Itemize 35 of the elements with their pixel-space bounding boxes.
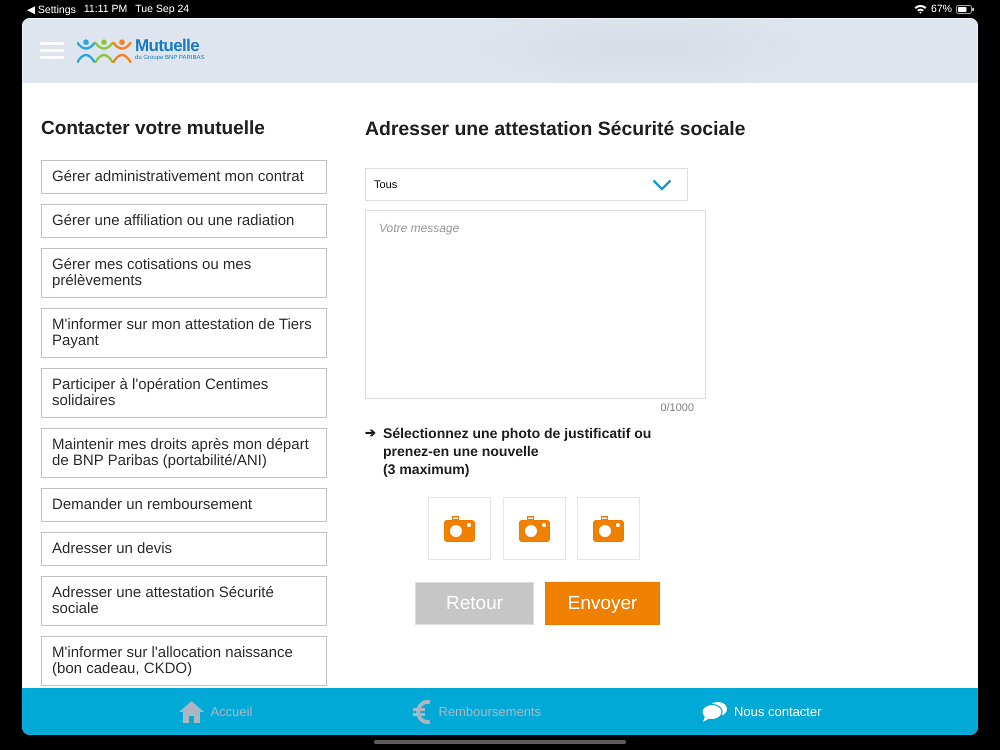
euro-icon: [413, 698, 432, 724]
back-link[interactable]: ◀ Settings: [27, 2, 76, 16]
logo-name: Mutuelle: [135, 37, 200, 55]
battery-icon: [956, 4, 974, 14]
photo-slot-button[interactable]: [502, 497, 566, 560]
battery-percentage: 67%: [930, 3, 952, 15]
photo-instructions: Sélectionnez une photo de justificatif ou prenez-en une nouvelle (3 maximum): [383, 424, 652, 478]
people-logo-icon: [77, 38, 133, 62]
home-icon: [178, 700, 204, 722]
contact-topic-item[interactable]: M'informer sur mon attestation de Tiers Payant: [41, 308, 327, 358]
contact-topic-item[interactable]: Maintenir mes droits après mon départ de BNP Paribas (portabilité/ANI): [41, 428, 327, 478]
contact-topic-item[interactable]: Participer à l'opération Centimes solidaires: [41, 368, 327, 418]
contact-topic-item[interactable]: Adresser une attestation Sécurité sociale: [41, 576, 327, 626]
arrow-icon: ➔: [365, 424, 379, 478]
camera-icon: [518, 516, 550, 542]
form-title: Adresser une attestation Sécurité sociale: [365, 118, 746, 140]
camera-icon: [444, 516, 475, 542]
photo-slot-button[interactable]: [577, 497, 640, 560]
photo-slot-button[interactable]: [428, 497, 491, 560]
status-date: Tue Sep 24: [135, 3, 190, 15]
category-dropdown[interactable]: Tous: [365, 168, 688, 201]
contact-topic-item[interactable]: Gérer mes cotisations ou mes prélèvements: [41, 248, 327, 298]
contact-topic-item[interactable]: Adresser un devis: [41, 532, 327, 566]
contact-topic-item[interactable]: Gérer une affiliation ou une radiation: [41, 204, 327, 238]
status-time: 11:11 PM: [84, 3, 128, 15]
character-counter: 0/1000: [660, 402, 694, 414]
chevron-down-icon: [652, 178, 672, 190]
camera-icon: [593, 516, 624, 542]
wifi-icon: [914, 4, 927, 14]
contact-topic-item[interactable]: M'informer sur l'allocation naissance (bon cadeau, CKDO): [41, 636, 327, 686]
sidebar-title: Contacter votre mutuelle: [41, 118, 266, 140]
chat-bubbles-icon: [702, 702, 728, 722]
contact-topic-item[interactable]: Gérer administrativement mon contrat: [41, 160, 327, 194]
contact-topic-item[interactable]: Demander un remboursement: [41, 488, 327, 522]
message-field[interactable]: Votre message: [365, 210, 706, 399]
